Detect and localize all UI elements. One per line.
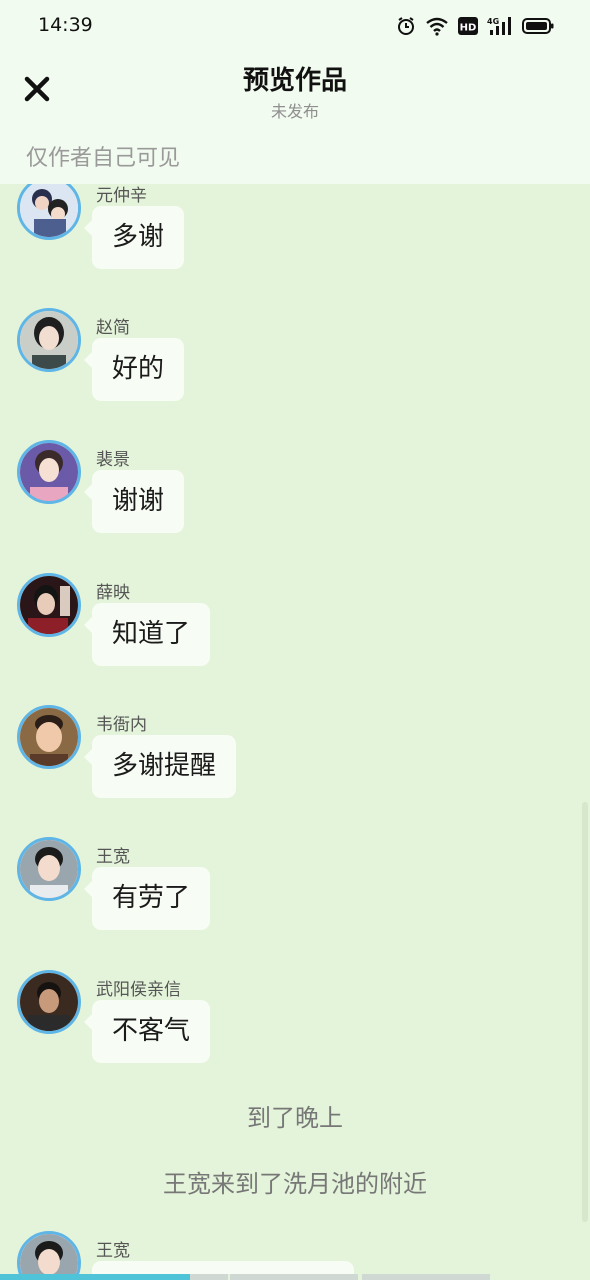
sender-name: 薛映 [96, 583, 130, 603]
narration-text: 王宽来到了洗月池的附近 [163, 1170, 427, 1198]
avatar[interactable] [17, 440, 81, 504]
chat-message: 武阳侯亲信 不客气 [0, 970, 590, 1080]
sender-name: 武阳侯亲信 [96, 980, 181, 1000]
chat-message: 王宽 [0, 1231, 590, 1280]
chat-message: 薛映 知道了 [0, 573, 590, 683]
sender-name: 裴景 [96, 450, 130, 470]
chat-message: 裴景 谢谢 [0, 440, 590, 550]
4g-signal-icon: 4G [487, 16, 513, 36]
avatar[interactable] [17, 1231, 81, 1280]
status-icons: HD 4G [396, 14, 554, 38]
wifi-icon [425, 16, 449, 36]
network-label: 4G [487, 17, 499, 26]
page-title: 预览作品 [242, 66, 347, 96]
sender-name: 王宽 [96, 847, 130, 867]
message-bubble[interactable]: 有劳了 [83, 867, 211, 930]
message-bubble[interactable]: 多谢 [83, 206, 185, 269]
scrollbar[interactable] [582, 802, 588, 1222]
avatar[interactable] [17, 308, 81, 372]
avatar[interactable] [17, 573, 81, 637]
hd-label: HD [460, 23, 477, 34]
playback-progress[interactable] [0, 1274, 590, 1280]
message-bubble[interactable]: 好的 [83, 338, 185, 401]
chat-message: 王宽 有劳了 [0, 837, 590, 947]
battery-icon [522, 16, 554, 36]
message-bubble[interactable]: 不客气 [83, 1000, 211, 1063]
message-bubble[interactable]: 多谢提醒 [83, 735, 237, 798]
avatar[interactable] [17, 970, 81, 1034]
message-bubble[interactable]: 知道了 [83, 603, 211, 666]
publish-status: 未发布 [270, 102, 319, 121]
sender-name: 元仲辛 [96, 186, 147, 206]
sender-name: 韦衙内 [96, 715, 147, 735]
avatar[interactable] [17, 184, 81, 240]
chat-message: 韦衙内 多谢提醒 [0, 705, 590, 815]
avatar[interactable] [17, 705, 81, 769]
header: 14:39 HD 4G 预览作品 未发布 仅作者自己可见 [0, 0, 590, 184]
avatar[interactable] [17, 837, 81, 901]
hd-icon: HD [458, 16, 478, 36]
sender-name: 赵简 [96, 318, 130, 338]
narration-text: 到了晚上 [247, 1104, 343, 1132]
status-time: 14:39 [38, 14, 93, 36]
alarm-icon [396, 16, 416, 36]
visibility-note: 仅作者自己可见 [26, 146, 181, 171]
chat-message: 赵简 好的 [0, 308, 590, 418]
chat-list[interactable]: 元仲辛 多谢 赵简 好的 裴景 谢谢 薛映 知道了 韦衙内 多谢提醒 王宽 有劳… [0, 184, 590, 1280]
chat-message: 元仲辛 多谢 [0, 184, 590, 286]
message-bubble[interactable]: 谢谢 [83, 470, 185, 533]
sender-name: 王宽 [96, 1241, 130, 1261]
status-bar: 14:39 HD 4G [0, 0, 590, 52]
